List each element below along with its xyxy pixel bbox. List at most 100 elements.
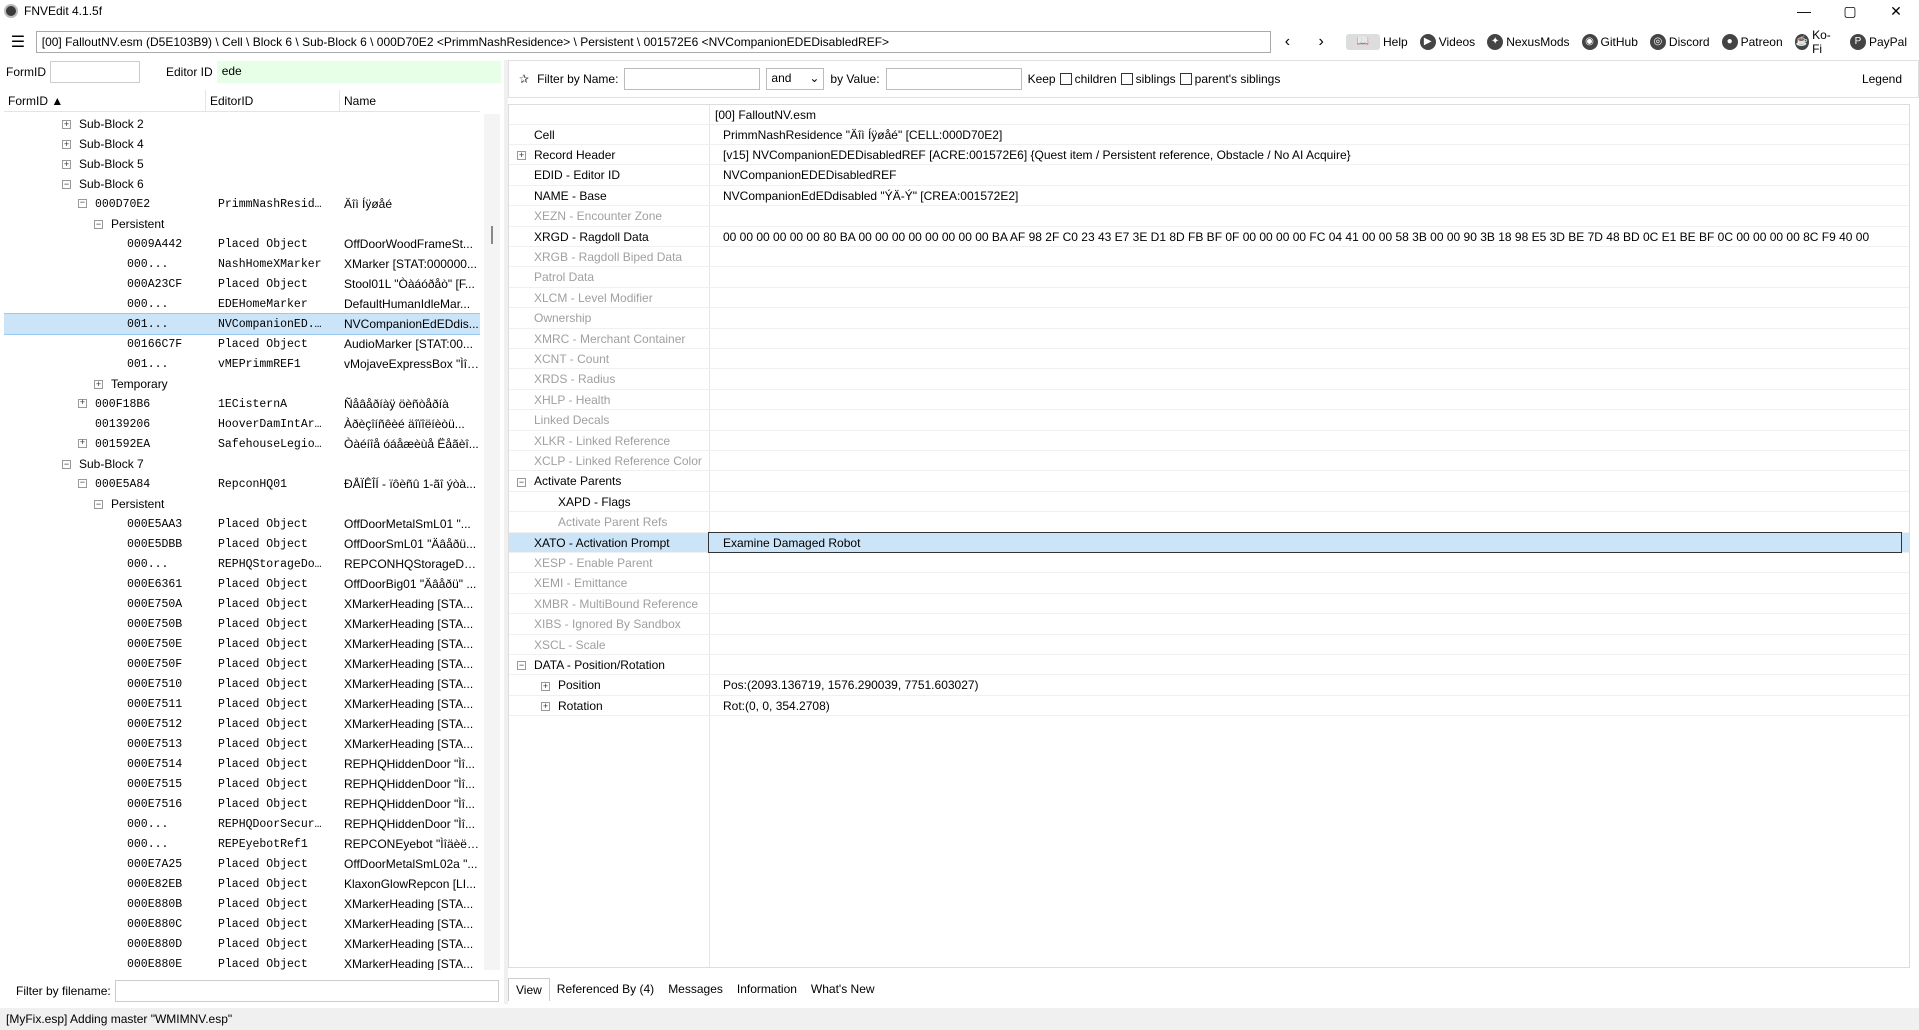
tree-row[interactable]: 001... vMEPrimmREF1 vMojaveExpressBox "Ìîõ… [4, 354, 480, 374]
tree-row[interactable]: + Temporary [4, 374, 480, 394]
tree-row[interactable]: +001592EA SafehouseLegionl... Òàéíîå óáåæè… [4, 434, 480, 454]
grid-row[interactable]: XAPD - Flags [509, 492, 1909, 513]
field-value[interactable]: Examine Damaged Robot [708, 532, 1902, 553]
tree-row[interactable]: 000E7511 Placed Object XMarkerHeading [STA… [4, 694, 480, 714]
filter-name-input[interactable] [624, 68, 761, 90]
hamburger-menu-icon[interactable]: ☰ [0, 26, 36, 58]
tree-row[interactable]: 000E5DBB Placed Object OffDoorSmL01 "Äâåðü… [4, 534, 480, 554]
expand-icon[interactable]: + [62, 140, 71, 150]
collapse-icon[interactable]: − [517, 661, 526, 671]
editorid-filter-input[interactable]: ede [216, 61, 501, 83]
link-videos[interactable]: ▶ Videos [1419, 34, 1475, 50]
tree-row[interactable]: − Persistent [4, 494, 480, 514]
expand-icon[interactable]: + [62, 160, 71, 170]
column-name[interactable]: Name [340, 90, 480, 111]
pin-icon[interactable]: ✰ [519, 72, 529, 86]
back-button[interactable]: ‹ [1271, 33, 1305, 51]
grid-row[interactable]: Patrol Data [509, 268, 1909, 288]
collapse-icon[interactable]: − [94, 220, 103, 230]
tree-row[interactable]: 000E7514 Placed Object REPHQHiddenDoor "Ìî… [4, 754, 480, 774]
expand-icon[interactable]: + [62, 120, 71, 130]
grid-row[interactable]: XATO - Activation Prompt Examine Damaged … [509, 532, 1909, 553]
grid-row[interactable]: Activate Parent Refs [509, 513, 1909, 533]
tree-row[interactable]: 000E880B Placed Object XMarkerHeading [STA… [4, 894, 480, 914]
tree-row[interactable]: 000E750F Placed Object XMarkerHeading [STA… [4, 654, 480, 674]
expand-icon[interactable]: + [541, 702, 550, 712]
grid-row[interactable]: + Record Header [v15] NVCompanionEDEDisabl… [509, 145, 1909, 166]
children-checkbox[interactable] [1059, 73, 1072, 85]
tree-row[interactable]: 000... REPHQDoorSecurity REPHQHiddenDoor "… [4, 814, 480, 834]
grid-row[interactable]: XLKR - Linked Reference [509, 431, 1909, 451]
grid-row[interactable]: XRGD - Ragdoll Data 00 00 00 00 00 00 80 … [509, 227, 1909, 247]
column-formid[interactable]: FormID ▲ [4, 90, 206, 111]
collapse-icon[interactable]: − [62, 460, 71, 470]
field-value[interactable]: Pos:(2093.136719, 1576.290039, 7751.6030… [723, 678, 1873, 692]
grid-row[interactable]: XCLP - Linked Reference Color [509, 451, 1909, 472]
link-ko-fi[interactable]: ☕ Ko-Fi [1794, 28, 1838, 56]
field-value[interactable]: NVCompanionEDEDisabledREF [723, 168, 1873, 182]
tree-row[interactable]: − Sub-Block 6 [4, 174, 480, 194]
close-button[interactable]: ✕ [1873, 0, 1919, 22]
expand-icon[interactable]: + [517, 151, 526, 161]
grid-row[interactable]: XMBR - MultiBound Reference [509, 594, 1909, 615]
and-select[interactable]: and ⌄ [766, 68, 825, 90]
column-editorid[interactable]: EditorID [206, 90, 340, 111]
expand-icon[interactable]: + [94, 380, 103, 390]
field-value[interactable]: PrimmNashResidence "Äîì Íÿøåé" [CELL:000… [723, 128, 1873, 142]
tree-row[interactable]: 000E6361 Placed Object OffDoorBig01 "Äâåðü… [4, 574, 480, 594]
tree-row[interactable]: 00166C7F Placed Object AudioMarker [STAT:0… [4, 334, 480, 354]
siblings-checkbox[interactable] [1120, 73, 1133, 85]
grid-row[interactable]: Linked Decals [509, 411, 1909, 431]
tree-row[interactable]: −000D70E2 PrimmNashReside... Äîì Íÿøåé [4, 194, 480, 214]
link-github[interactable]: ◉ GitHub [1581, 34, 1638, 50]
grid-row[interactable]: − Activate Parents [509, 472, 1909, 492]
tree-row[interactable]: 001... NVCompanionED... NVCompanionEdEDdis… [4, 313, 480, 335]
grid-row[interactable]: XIBS - Ignored By Sandbox [509, 615, 1909, 635]
grid-row[interactable]: EDID - Editor ID NVCompanionEDEDisabledRE… [509, 166, 1909, 186]
tree-row[interactable]: 000E7510 Placed Object XMarkerHeading [STA… [4, 674, 480, 694]
tree-row[interactable]: 00139206 HooverDamIntAriz... Àðèçîíñêèé äî… [4, 414, 480, 434]
collapse-icon[interactable]: − [94, 500, 103, 510]
tree-row[interactable]: + Sub-Block 4 [4, 134, 480, 154]
grid-row[interactable]: Cell PrimmNashResidence "Äîì Íÿøåé" [CELL… [509, 125, 1909, 145]
link-paypal[interactable]: P PayPal [1849, 34, 1907, 50]
tree-row[interactable]: +000F18B6 1ECisternA Ñåâåðíàÿ öèñòåðíà [4, 394, 480, 414]
grid-row[interactable]: XHLP - Health [509, 390, 1909, 411]
field-value[interactable]: Rot:(0, 0, 354.2708) [723, 699, 1873, 713]
tree-row[interactable]: 000E750E Placed Object XMarkerHeading [STA… [4, 634, 480, 654]
tree-row[interactable]: 000... NashHomeXMarker XMarker [STAT:00000… [4, 254, 480, 274]
tree-row[interactable]: 000A23CF Placed Object Stool01L "Òàáóðåò" … [4, 274, 480, 294]
tree-row[interactable]: 000E7516 Placed Object REPHQHiddenDoor "Ìî… [4, 794, 480, 814]
collapse-icon[interactable]: − [78, 478, 87, 488]
field-value[interactable]: NVCompanionEdEDdisabled "ÝÄ-Ý" [CREA:001… [723, 189, 1873, 203]
grid-row[interactable]: XEZN - Encounter Zone [509, 207, 1909, 227]
grid-row[interactable]: + Position Pos:(2093.136719, 1576.290039, … [509, 676, 1909, 696]
tree-row[interactable]: + Sub-Block 5 [4, 154, 480, 174]
field-value[interactable]: [v15] NVCompanionEDEDisabledREF [ACRE:00… [723, 148, 1873, 162]
record-path[interactable]: [00] FalloutNV.esm (D5E103B9) \ Cell \ B… [35, 31, 1271, 53]
grid-row[interactable]: XSCL - Scale [509, 635, 1909, 655]
maximize-button[interactable]: ▢ [1827, 0, 1873, 22]
tree-row[interactable]: 0009A442 Placed Object OffDoorWoodFrameSt.… [4, 234, 480, 254]
tab-view[interactable]: View [508, 978, 550, 1001]
legend-button[interactable]: Legend [1862, 72, 1902, 86]
collapse-icon[interactable]: − [62, 180, 71, 190]
tree-row[interactable]: 000E880D Placed Object XMarkerHeading [STA… [4, 934, 480, 954]
tree-row[interactable]: 000E82EB Placed Object KlaxonGlowRepcon [L… [4, 874, 480, 894]
minimize-button[interactable]: — [1781, 0, 1827, 22]
tree-row[interactable]: 000E7A25 Placed Object OffDoorMetalSmL02a … [4, 854, 480, 874]
grid-row[interactable]: − DATA - Position/Rotation [509, 655, 1909, 676]
link-help[interactable]: 📖 Help [1346, 34, 1408, 50]
tree-row[interactable]: −000E5A84 RepconHQ01 ÐÅÏÊÎÍ - ïôèñû 1-ãî ý… [4, 474, 480, 494]
collapse-icon[interactable]: − [517, 477, 526, 487]
tree-row[interactable]: 000E7513 Placed Object XMarkerHeading [STA… [4, 734, 480, 754]
tree-scrollbar[interactable] [484, 114, 500, 970]
grid-row[interactable]: XESP - Enable Parent [509, 553, 1909, 574]
grid-row[interactable]: XMRC - Merchant Container [509, 329, 1909, 349]
formid-filter-input[interactable] [50, 61, 140, 83]
tab-messages[interactable]: Messages [661, 978, 730, 1001]
forward-button[interactable]: › [1304, 33, 1338, 51]
expand-icon[interactable]: + [541, 681, 550, 691]
tree-row[interactable]: 000E880C Placed Object XMarkerHeading [STA… [4, 914, 480, 934]
tree-row[interactable]: 000E750A Placed Object XMarkerHeading [STA… [4, 594, 480, 614]
